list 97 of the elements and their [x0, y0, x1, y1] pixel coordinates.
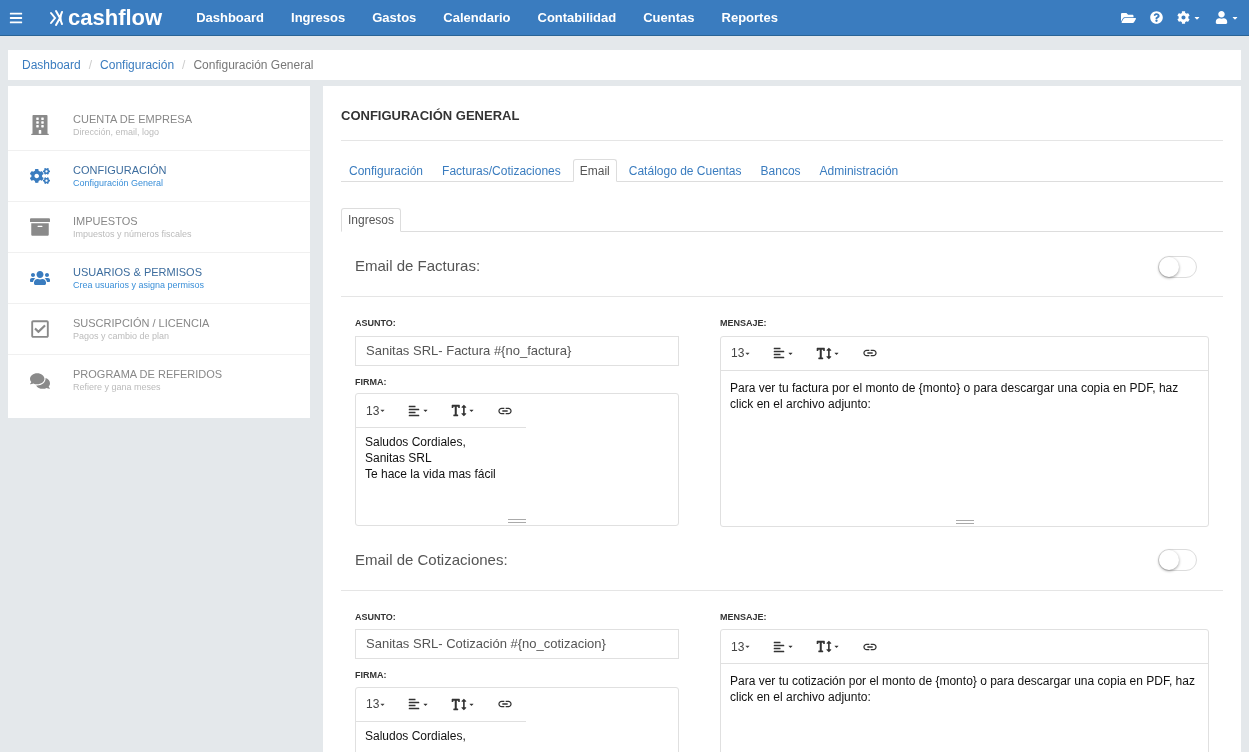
caret-icon: [422, 407, 430, 414]
text-height-icon: [816, 640, 833, 653]
nav-link[interactable]: Reportes: [721, 7, 778, 28]
resize-handle-icon[interactable]: [955, 519, 974, 524]
tab[interactable]: Administración: [812, 159, 906, 182]
align-left-icon: [773, 640, 786, 653]
sidebar-item-title: CONFIGURACIÓN: [73, 163, 167, 177]
settings-icon[interactable]: [1177, 11, 1201, 24]
sidebar-item[interactable]: PROGRAMA DE REFERIDOS Refiere y gana meses: [8, 355, 310, 406]
building-icon: [30, 115, 50, 135]
align-dropdown[interactable]: [773, 640, 795, 653]
sidebar-item[interactable]: IMPUESTOS Impuestos y números fiscales: [8, 202, 310, 253]
field-label: MENSAJE:: [720, 610, 768, 624]
toggle-switch[interactable]: [1158, 255, 1197, 278]
archive-box-icon: [30, 217, 50, 237]
section-title: Email de Facturas:: [355, 256, 481, 277]
panel-title: CONFIGURACIÓN GENERAL: [341, 107, 520, 126]
sidebar-item[interactable]: USUARIOS & PERMISOS Crea usuarios y asigna permisos: [8, 253, 310, 304]
signature-line: Te hace la vida mas fácil: [365, 466, 497, 482]
nav-link[interactable]: Ingresos: [291, 7, 346, 28]
chat-bubbles-icon: [30, 370, 50, 391]
text-height-dropdown[interactable]: [816, 640, 841, 653]
message-text: Para ver tu factura por el monto de {monto} o para descargar una copia en PDF, haz click en el archivo adjunto:: [730, 379, 1180, 412]
font-size-dropdown[interactable]: 13: [731, 637, 752, 656]
align-dropdown[interactable]: [408, 404, 430, 417]
resize-handle-icon[interactable]: [508, 519, 526, 523]
caret-icon: [744, 643, 752, 650]
text-height-dropdown[interactable]: [451, 404, 476, 417]
caret-icon: [379, 407, 387, 414]
breadcrumb-link[interactable]: Configuración: [100, 56, 175, 74]
align-dropdown[interactable]: [408, 698, 430, 710]
align-left-icon: [773, 347, 786, 359]
field-label: FIRMA:: [355, 669, 388, 682]
sidebar-item-title: USUARIOS & PERMISOS: [73, 265, 203, 279]
sidebar-item-subtitle: Crea usuarios y asigna permisos: [73, 278, 205, 291]
section-title: Email de Cotizaciones:: [355, 549, 508, 570]
user-icon[interactable]: [1215, 11, 1239, 24]
align-dropdown[interactable]: [773, 347, 795, 359]
help-icon[interactable]: [1150, 11, 1163, 24]
sidebar-item-title: IMPUESTOS: [73, 214, 139, 228]
checkbox-icon: [30, 319, 50, 339]
sidebar-item[interactable]: CUENTA DE EMPRESA Dirección, email, logo: [8, 100, 310, 151]
sidebar-item-subtitle: Impuestos y números fiscales: [73, 227, 192, 240]
field-label: MENSAJE:: [720, 317, 768, 330]
sidebar-item-title: PROGRAMA DE REFERIDOS: [73, 368, 223, 381]
nav-link[interactable]: Cuentas: [643, 7, 695, 28]
sidebar-item-subtitle: Refiere y gana meses: [73, 381, 162, 393]
text-height-dropdown[interactable]: [451, 697, 476, 711]
users-icon: [30, 268, 50, 288]
message-editor[interactable]: 13 Para ver tu cotización por el monto de {monto} o para descargar una copia en PDF, haz click en el archivo adjunto:: [720, 629, 1209, 752]
toggle-switch[interactable]: [1158, 549, 1197, 571]
sidebar-item-title: SUSCRIPCIÓN / LICENCIA: [73, 316, 210, 330]
align-left-icon: [408, 698, 421, 710]
message-text: Para ver tu cotización por el monto de {monto} o para descargar una copia en PDF, haz click en el archivo adjunto:: [730, 673, 1196, 705]
breadcrumb-separator: /: [88, 57, 93, 74]
caret-icon: [833, 643, 841, 650]
tab[interactable]: Bancos: [753, 159, 808, 182]
sidebar-item-subtitle: Configuración General: [73, 176, 165, 189]
breadcrumb-separator: /: [182, 57, 186, 74]
signature-line: Sanitas SRL: [365, 450, 433, 466]
tab[interactable]: Ingresos: [341, 208, 402, 232]
subject-field[interactable]: Sanitas SRL- Factura #{no_factura}: [355, 335, 679, 366]
font-size-dropdown[interactable]: 13: [366, 695, 387, 713]
text-height-dropdown[interactable]: [816, 346, 841, 360]
nav-link[interactable]: Dashboard: [196, 7, 265, 28]
message-editor[interactable]: 13 Para ver tu factura por el monto de {monto} o para descargar una copia en PDF, haz click en el archivo adjunto:: [720, 335, 1209, 527]
signature-line: Saludos Cordiales,: [365, 727, 467, 744]
tab[interactable]: Catálogo de Cuentas: [621, 159, 749, 182]
tab[interactable]: Configuración: [342, 159, 431, 182]
field-label: FIRMA:: [355, 375, 388, 389]
tab[interactable]: Email: [572, 159, 617, 182]
text-height-icon: [451, 697, 468, 711]
breadcrumb-current: Configuración General: [193, 57, 314, 74]
align-left-icon: [408, 404, 421, 417]
tab[interactable]: Facturas/Cotizaciones: [435, 159, 568, 182]
signature-line: Saludos Cordiales,: [365, 434, 467, 450]
font-size-dropdown[interactable]: 13: [366, 401, 387, 420]
subject-field[interactable]: Sanitas SRL- Cotización #{no_cotizacion}: [355, 629, 679, 659]
font-size-dropdown[interactable]: 13: [731, 344, 752, 362]
text-height-icon: [451, 404, 468, 417]
sidebar-item-title: CUENTA DE EMPRESA: [73, 112, 192, 126]
text-height-icon: [816, 346, 833, 360]
field-label: ASUNTO:: [355, 610, 397, 624]
signature-editor[interactable]: 13 Saludos Cordiales,: [355, 686, 679, 752]
caret-icon: [468, 407, 476, 414]
sidebar-item[interactable]: CONFIGURACIÓN Configuración General: [8, 151, 310, 202]
nav-link[interactable]: Gastos: [372, 7, 417, 28]
breadcrumb-link[interactable]: Dashboard: [22, 56, 81, 74]
caret-icon: [787, 643, 795, 650]
nav-link[interactable]: Contabilidad: [537, 7, 617, 28]
sidebar-item-subtitle: Dirección, email, logo: [73, 125, 161, 138]
folder-icon[interactable]: [1121, 10, 1136, 25]
nav-link[interactable]: Calendario: [443, 7, 511, 28]
gears-icon: [30, 166, 50, 186]
signature-editor[interactable]: 13 Saludos Cordiales, Sanitas SRL Te hace la vida mas fácil: [355, 393, 679, 526]
field-label: ASUNTO:: [355, 317, 397, 330]
brand-logo[interactable]: cashflow: [49, 6, 163, 29]
